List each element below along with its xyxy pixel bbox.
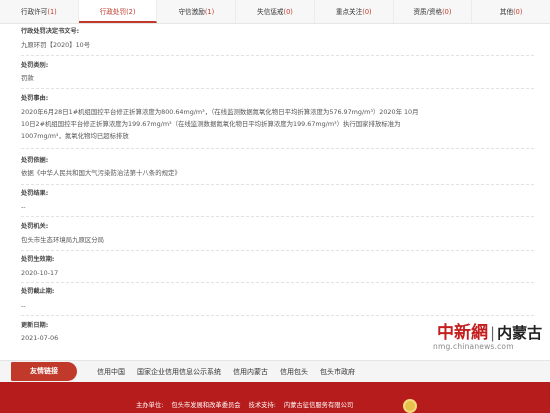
penalty-authority-label: 处罚机关: <box>21 223 49 230</box>
government-emblem-icon <box>403 399 417 413</box>
decision-no-label: 行政处罚决定书文号: <box>21 28 80 35</box>
watermark-logo-text: 中新網 <box>437 323 488 343</box>
penalty-reason-value: 2020年6月28日1#机组国控平台修正折算浓度为800.64mg/m³，（在线… <box>21 108 419 140</box>
tab-other[interactable]: 其他(0) <box>472 0 550 23</box>
tab-count: (0) <box>362 8 372 16</box>
penalty-reason-label: 处罚事由: <box>21 95 49 102</box>
divider <box>21 282 534 283</box>
penalty-type-value: 罚款 <box>21 74 34 82</box>
footer-host-label: 主办单位: <box>136 402 164 409</box>
end-date-value: -- <box>21 302 26 310</box>
tab-count: (0) <box>283 8 293 16</box>
divider <box>21 148 534 149</box>
effective-date-value: 2020-10-17 <box>21 269 59 277</box>
end-date-label: 处罚截止期: <box>21 288 55 295</box>
penalty-authority-value: 包头市生态环境局九原区分局 <box>21 236 105 244</box>
tab-label: 失信惩戒 <box>257 8 284 16</box>
update-date-label: 更新日期: <box>21 322 49 329</box>
decision-no-value: 九原环罚【2020】10号 <box>21 41 91 49</box>
penalty-basis-value: 依据《中华人民共和国大气污染防治法第十八条的规定》 <box>21 169 181 177</box>
tab-label: 守信激励 <box>178 8 205 16</box>
update-date-value: 2021-07-06 <box>21 334 59 342</box>
link-credit-baotou[interactable]: 信用包头 <box>280 367 308 377</box>
tab-admin-penalty[interactable]: 行政处罚(2) <box>78 0 158 23</box>
tab-key-attention[interactable]: 重点关注(0) <box>315 0 394 23</box>
divider <box>21 55 534 56</box>
site-footer: 主办单位: 包头市发展和改革委员会 技术支持: 内蒙古征信服务有限公司 <box>0 382 550 413</box>
tab-label: 行政处罚 <box>99 8 127 16</box>
penalty-result-label: 处罚结果: <box>21 190 49 197</box>
tab-label: 重点关注 <box>335 8 363 16</box>
effective-date-label: 处罚生效期: <box>21 256 55 263</box>
tab-label: 行政许可 <box>21 8 48 16</box>
tab-count: (1) <box>47 8 57 16</box>
tab-count: (0) <box>442 8 452 16</box>
divider <box>21 216 534 217</box>
tab-count: (0) <box>513 8 523 16</box>
friendly-links-title: 友情链接 <box>11 362 77 381</box>
tab-count: (2) <box>126 8 136 16</box>
watermark-region: 内蒙古 <box>497 324 543 342</box>
footer-host-name: 包头市发展和改革委员会 <box>171 402 241 409</box>
link-credit-china[interactable]: 信用中国 <box>97 367 125 377</box>
penalty-basis-label: 处罚依据: <box>21 157 49 164</box>
penalty-result-value: -- <box>21 203 26 211</box>
divider <box>21 184 534 185</box>
tab-qualification[interactable]: 资质/资格(0) <box>394 0 473 23</box>
tab-admin-license[interactable]: 行政许可(1) <box>0 0 79 23</box>
link-enterprise-credit-system[interactable]: 国家企业信用信息公示系统 <box>137 367 221 377</box>
link-credit-inner-mongolia[interactable]: 信用内蒙古 <box>233 367 268 377</box>
tab-count: (1) <box>204 8 215 16</box>
tab-label: 资质/资格 <box>413 8 443 16</box>
divider <box>21 250 534 251</box>
footer-support-name: 内蒙古征信服务有限公司 <box>283 402 354 409</box>
footer-info: 主办单位: 包头市发展和改革委员会 技术支持: 内蒙古征信服务有限公司 <box>136 400 361 409</box>
tab-label: 其他 <box>499 8 514 16</box>
link-baotou-government[interactable]: 包头市政府 <box>320 367 355 377</box>
watermark-url: nmg.chinanews.com <box>433 342 514 351</box>
chinanews-watermark: 中新網 | 内蒙古 nmg.chinanews.com <box>433 318 542 358</box>
friendly-links-bar: 友情链接 信用中国 国家企业信用信息公示系统 信用内蒙古 信用包头 包头市政府 <box>0 360 550 382</box>
penalty-type-label: 处罚类别: <box>21 62 49 69</box>
tab-trust-incentive[interactable]: 守信激励(1) <box>157 0 237 23</box>
friendly-links-list: 信用中国 国家企业信用信息公示系统 信用内蒙古 信用包头 包头市政府 <box>97 361 367 383</box>
divider <box>21 88 534 89</box>
category-tabs: 行政许可(1) 行政处罚(2) 守信激励(1) 失信惩戒(0) 重点关注(0) … <box>0 0 550 24</box>
watermark-logo: 中新網 | 内蒙古 <box>437 323 543 343</box>
tab-dishonesty-penalty[interactable]: 失信惩戒(0) <box>236 0 315 23</box>
divider <box>21 315 534 316</box>
footer-support-label: 技术支持: <box>248 402 276 409</box>
